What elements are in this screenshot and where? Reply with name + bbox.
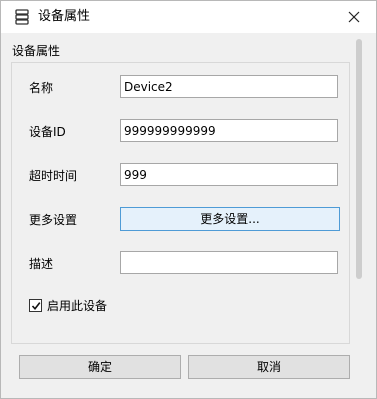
checkmark-icon <box>31 302 41 311</box>
ok-button[interactable]: 确定 <box>19 355 181 379</box>
timeout-field[interactable] <box>120 163 338 186</box>
group-title: 设备属性 <box>12 44 61 58</box>
window-title: 设备属性 <box>38 9 91 24</box>
vertical-scrollbar[interactable] <box>356 39 362 279</box>
more-settings-label: 更多设置 <box>29 213 78 227</box>
description-label: 描述 <box>29 257 54 271</box>
close-icon <box>348 11 360 23</box>
close-button[interactable] <box>332 1 376 33</box>
enable-device-checkbox[interactable] <box>29 299 42 312</box>
timeout-label: 超时时间 <box>29 169 78 183</box>
more-settings-button[interactable]: 更多设置... <box>120 207 340 231</box>
description-field[interactable] <box>120 251 338 274</box>
device-id-label: 设备ID <box>29 125 66 139</box>
enable-device-label[interactable]: 启用此设备 <box>47 299 107 313</box>
database-stack-icon <box>15 9 29 25</box>
title-bar: 设备属性 <box>1 1 376 33</box>
name-label: 名称 <box>29 81 54 95</box>
cancel-button[interactable]: 取消 <box>188 355 350 379</box>
name-field[interactable] <box>120 75 338 98</box>
device-id-field[interactable] <box>120 119 338 142</box>
device-properties-dialog: 设备属性 设备属性 名称 设备ID 超时时间 更多设置 更多设置... 描述 启… <box>0 0 377 399</box>
